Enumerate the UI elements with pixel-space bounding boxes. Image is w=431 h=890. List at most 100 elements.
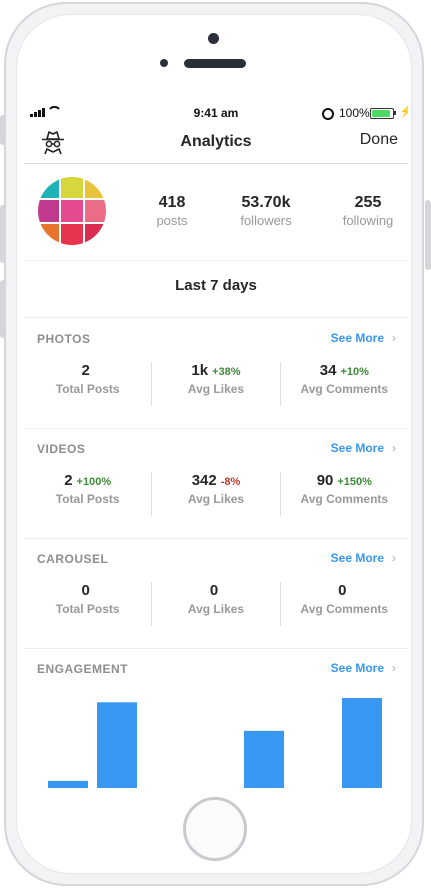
battery-icon <box>370 108 394 119</box>
metric-change: +10% <box>340 366 369 378</box>
section-engagement: ENGAGEMENT See More › <box>24 648 408 682</box>
metric-value: 0 <box>338 582 347 599</box>
done-button[interactable]: Done <box>360 131 398 149</box>
avatar-tile <box>38 177 60 199</box>
avatar-tile <box>61 223 83 245</box>
chevron-right-icon: › <box>392 551 396 565</box>
see-more-photos[interactable]: See More › <box>331 331 396 345</box>
metric: 34 +10% Avg Comments <box>279 362 408 406</box>
volume-down-button <box>0 280 6 338</box>
following-label: following <box>342 213 394 228</box>
stat-following: 255 following <box>336 194 400 228</box>
metric-label: Avg Likes <box>187 492 245 506</box>
section-title: ENGAGEMENT <box>37 662 129 676</box>
avatar-tile <box>84 177 106 199</box>
metrics-row: 0 Total Posts 0 Avg Likes 0 Avg Comments <box>24 582 408 626</box>
battery-percent: 100% <box>339 106 370 120</box>
chart-bar-7 <box>342 698 382 788</box>
posts-label: posts <box>156 213 188 228</box>
metric-label: Total Posts <box>55 382 120 396</box>
see-more-label: See More <box>330 551 384 565</box>
period-label: Last 7 days <box>175 277 257 294</box>
metric: 1k +38% Avg Likes <box>151 362 279 406</box>
metric: 2 +100% Total Posts <box>24 472 151 516</box>
battery-level <box>372 110 390 117</box>
avatar-tile <box>61 200 83 222</box>
see-more-carousel[interactable]: See More › <box>331 551 396 565</box>
stat-posts: 418 posts <box>146 194 198 228</box>
see-more-engagement[interactable]: See More › <box>331 661 396 675</box>
nav-bar: Analytics Done <box>24 123 408 164</box>
profile-summary: 418 posts 53.70k followers 255 following <box>24 164 408 261</box>
metric-value: 342 <box>191 472 217 489</box>
metric-label: Total Posts <box>55 492 120 506</box>
metric: 2 Total Posts <box>24 362 151 406</box>
power-button <box>425 200 431 270</box>
chevron-right-icon: › <box>392 441 396 455</box>
section-carousel: CAROUSEL See More › 0 Total Posts 0 Avg Likes 0… <box>24 538 408 649</box>
stat-followers: 53.70k followers <box>232 194 300 228</box>
metric-label: Avg Likes <box>187 602 245 616</box>
metric-label: Avg Comments <box>300 382 389 396</box>
metrics-row: 2 +100% Total Posts 342 -8% Avg Likes 90 +150% A… <box>24 472 408 516</box>
engagement-chart <box>48 698 382 788</box>
earpiece-speaker <box>184 59 246 68</box>
status-bar: 9:41 am 100% ⚡ <box>24 101 408 123</box>
following-count: 255 <box>354 194 382 211</box>
metric-label: Avg Likes <box>187 382 245 396</box>
page-title: Analytics <box>180 133 252 150</box>
posts-count: 418 <box>158 194 186 211</box>
metric-label: Avg Comments <box>300 602 389 616</box>
alarm-icon <box>322 108 334 120</box>
metric: 90 +150% Avg Comments <box>279 472 408 516</box>
metric-value: 2 <box>64 472 73 489</box>
avatar[interactable] <box>38 177 106 245</box>
section-title: CAROUSEL <box>37 552 109 566</box>
proximity-sensor <box>160 59 168 67</box>
metric-value: 0 <box>81 582 90 599</box>
avatar-tile <box>61 177 83 199</box>
home-button[interactable] <box>183 797 247 861</box>
volume-up-button <box>0 205 6 263</box>
metric-value: 1k <box>191 362 209 379</box>
avatar-tile <box>84 223 106 245</box>
avatar-tile <box>84 200 106 222</box>
mute-switch <box>0 115 6 145</box>
followers-count: 53.70k <box>241 194 291 211</box>
see-more-label: See More <box>330 441 384 455</box>
chart-bar-1 <box>48 780 88 788</box>
chevron-right-icon: › <box>392 661 396 675</box>
avatar-tile <box>38 200 60 222</box>
screen: 9:41 am 100% ⚡ Analytics Done 418 posts … <box>24 101 408 791</box>
metric-change: +150% <box>337 476 372 488</box>
section-videos: VIDEOS See More › 2 +100% Total Posts 342 -8% Av… <box>24 428 408 539</box>
section-title: VIDEOS <box>37 442 86 456</box>
metric: 0 Avg Comments <box>279 582 408 626</box>
chevron-right-icon: › <box>392 331 396 345</box>
metric: 0 Avg Likes <box>151 582 279 626</box>
section-photos: PHOTOS See More › 2 Total Posts 1k +38% Avg Lik… <box>24 318 408 429</box>
metric-value: 2 <box>81 362 90 379</box>
metric-value: 0 <box>209 582 219 599</box>
see-more-label: See More <box>330 661 384 675</box>
metric-change: +100% <box>76 476 112 488</box>
see-more-label: See More <box>330 331 384 345</box>
metric-change: -8% <box>220 476 241 488</box>
metric-value: 34 <box>319 362 337 379</box>
metric: 342 -8% Avg Likes <box>151 472 279 516</box>
metric-label: Avg Comments <box>300 492 389 506</box>
charging-icon: ⚡ <box>399 106 408 118</box>
battery-nub <box>394 111 396 115</box>
metric-value: 90 <box>316 472 334 489</box>
metric-change: +38% <box>212 366 241 378</box>
metrics-row: 2 Total Posts 1k +38% Avg Likes 34 +10% Avg Com… <box>24 362 408 406</box>
see-more-videos[interactable]: See More › <box>331 441 396 455</box>
chart-bar-5 <box>244 730 284 788</box>
followers-label: followers <box>240 213 292 228</box>
metric-label: Total Posts <box>55 602 120 616</box>
section-title: PHOTOS <box>37 332 91 346</box>
avatar-tile <box>38 223 60 245</box>
front-camera <box>208 33 219 44</box>
chart-bar-2 <box>97 702 137 788</box>
metric: 0 Total Posts <box>24 582 151 626</box>
